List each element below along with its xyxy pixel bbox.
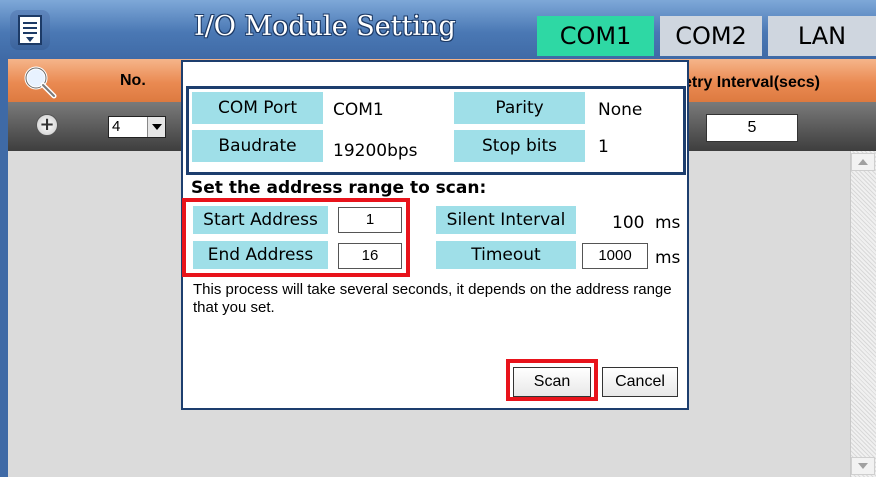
address-range-highlight xyxy=(182,198,410,277)
timeout-label: Timeout xyxy=(436,241,576,269)
module-number-select[interactable]: 4 xyxy=(108,116,166,138)
cancel-button[interactable]: Cancel xyxy=(602,367,678,397)
page-title: I/O Module Setting xyxy=(194,11,456,42)
timeout-input[interactable]: 1000 xyxy=(582,243,648,269)
tab-com1[interactable]: COM1 xyxy=(537,16,654,56)
silent-interval-label: Silent Interval xyxy=(436,206,576,234)
column-header-retry-interval: etry Interval(secs) xyxy=(683,74,820,91)
com-port-value: COM1 xyxy=(333,100,384,120)
silent-interval-value: 100 xyxy=(612,213,645,233)
search-icon[interactable] xyxy=(22,64,58,100)
chevron-down-icon[interactable] xyxy=(147,117,165,137)
stop-bits-label: Stop bits xyxy=(454,130,585,162)
vertical-scrollbar[interactable] xyxy=(850,151,876,477)
scroll-up-icon[interactable] xyxy=(851,153,875,171)
baudrate-label: Baudrate xyxy=(192,130,323,162)
column-header-no: No. xyxy=(120,72,146,89)
scroll-down-icon[interactable] xyxy=(851,457,875,475)
scan-range-heading: Set the address range to scan: xyxy=(191,178,487,198)
stop-bits-value: 1 xyxy=(598,137,609,157)
scan-note: This process will take several seconds, … xyxy=(193,281,672,316)
left-edge-bar xyxy=(0,59,8,477)
parity-value: None xyxy=(598,100,643,120)
menu-icon[interactable] xyxy=(10,10,50,50)
module-number-value: 4 xyxy=(112,118,121,135)
com-port-label: COM Port xyxy=(192,92,323,124)
timeout-unit: ms xyxy=(655,248,681,268)
retry-interval-input[interactable]: 5 xyxy=(706,114,798,142)
tab-com2[interactable]: COM2 xyxy=(660,16,762,56)
silent-interval-unit: ms xyxy=(655,213,681,233)
scan-button-highlight xyxy=(506,359,598,401)
add-icon[interactable]: + xyxy=(36,114,58,136)
baudrate-value: 19200bps xyxy=(333,141,418,161)
parity-label: Parity xyxy=(454,92,585,124)
tab-lan[interactable]: LAN xyxy=(768,16,876,56)
